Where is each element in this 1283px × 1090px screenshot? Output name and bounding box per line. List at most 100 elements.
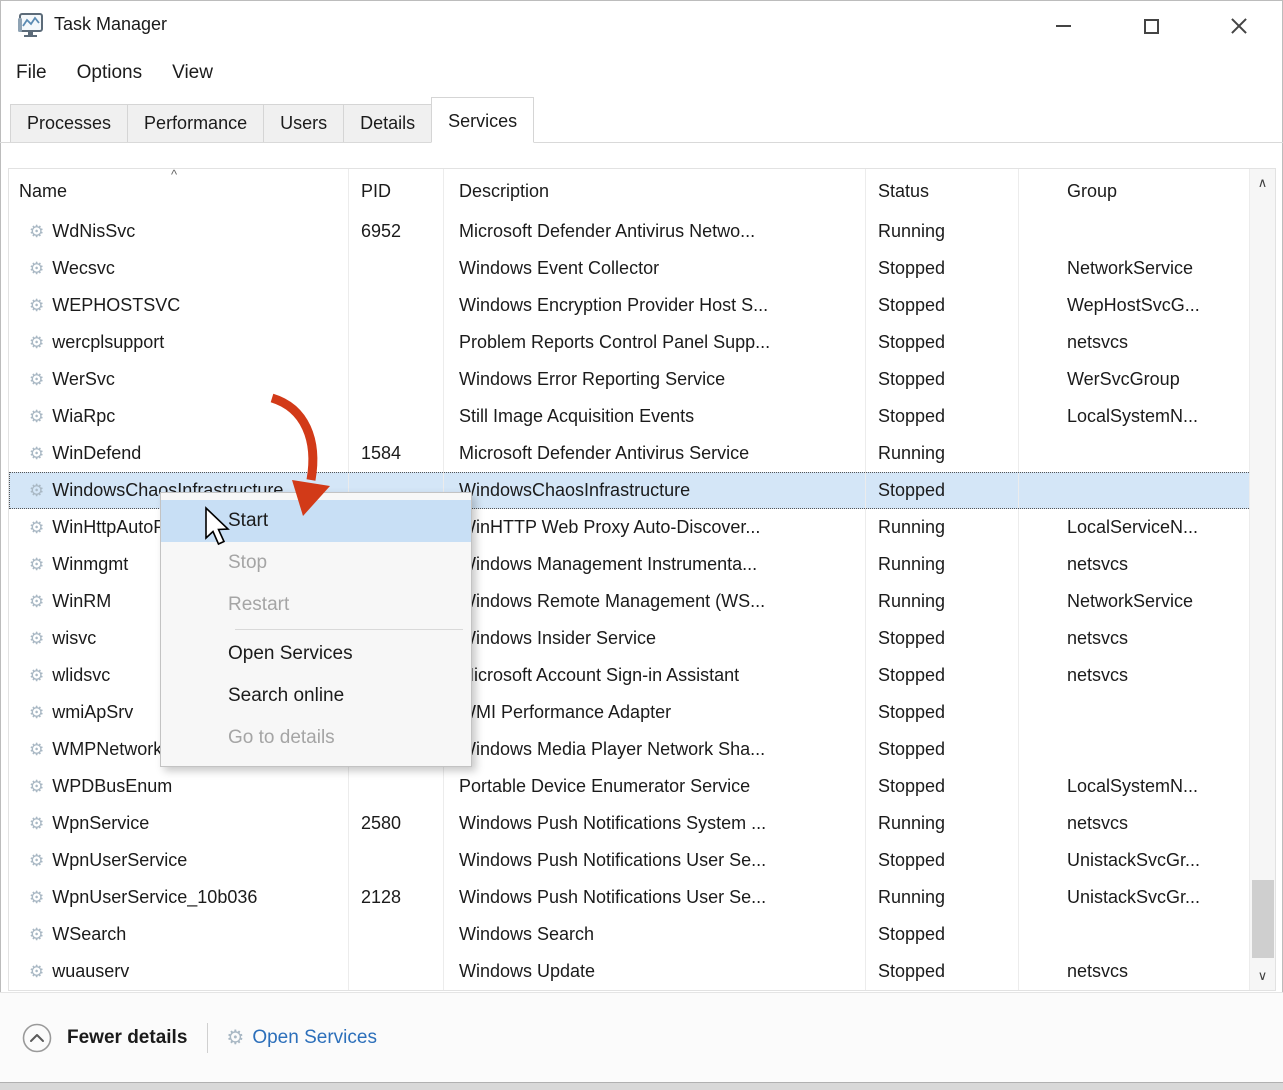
sort-ascending-icon: ^ [171, 167, 177, 182]
service-status: Running [866, 879, 1019, 916]
service-gear-icon: ⚙ [29, 925, 44, 945]
close-icon [1230, 17, 1248, 35]
table-row[interactable]: ⚙WiaRpcStill Image Acquisition EventsSto… [9, 398, 1275, 435]
menu-view[interactable]: View [172, 62, 213, 84]
service-description: Windows Encryption Provider Host S... [444, 287, 866, 324]
column-header-label: Group [1067, 181, 1117, 202]
table-row[interactable]: ⚙WpnUserService_10b0362128Windows Push N… [9, 879, 1275, 916]
service-name-cell: ⚙WinDefend [9, 435, 349, 472]
service-gear-icon: ⚙ [29, 666, 44, 686]
tab-details[interactable]: Details [343, 104, 432, 142]
table-row[interactable]: ⚙WpnService2580Windows Push Notification… [9, 805, 1275, 842]
menu-options[interactable]: Options [77, 62, 142, 84]
service-gear-icon: ⚙ [29, 222, 44, 242]
menu-file[interactable]: File [16, 62, 47, 84]
context-menu-item-search-online[interactable]: Search online [161, 675, 471, 717]
scroll-up-icon[interactable]: ∧ [1250, 169, 1275, 197]
column-header-label: Description [459, 181, 549, 202]
table-row[interactable]: ⚙wercplsupportProblem Reports Control Pa… [9, 324, 1275, 361]
vertical-scrollbar[interactable]: ∧ ∨ [1249, 169, 1275, 990]
column-header-status[interactable]: Status [866, 169, 1019, 213]
service-description: WMI Performance Adapter [444, 694, 866, 731]
service-name-cell: ⚙WerSvc [9, 361, 349, 398]
column-header-group[interactable]: Group [1019, 169, 1251, 213]
service-description: Windows Media Player Network Sha... [444, 731, 866, 768]
service-status: Running [866, 805, 1019, 842]
service-pid [349, 361, 444, 398]
column-header-name[interactable]: Name^ [9, 169, 349, 213]
service-name-cell: ⚙WdNisSvc [9, 213, 349, 250]
maximize-button[interactable] [1126, 0, 1176, 52]
service-group [1019, 694, 1251, 731]
table-row[interactable]: ⚙WinDefend1584Microsoft Defender Antivir… [9, 435, 1275, 472]
open-services-link[interactable]: Open Services [252, 1027, 377, 1049]
service-name: Winmgmt [52, 554, 128, 575]
tab-processes[interactable]: Processes [10, 104, 128, 142]
service-pid [349, 287, 444, 324]
column-header-label: PID [361, 181, 391, 202]
service-status: Stopped [866, 250, 1019, 287]
service-status: Running [866, 546, 1019, 583]
service-pid: 6952 [349, 213, 444, 250]
service-group: netsvcs [1019, 324, 1251, 361]
column-header-label: Status [878, 181, 929, 202]
close-button[interactable] [1214, 0, 1264, 52]
service-status: Stopped [866, 287, 1019, 324]
service-gear-icon: ⚙ [29, 814, 44, 834]
service-group: netsvcs [1019, 657, 1251, 694]
service-group: netsvcs [1019, 620, 1251, 657]
service-group [1019, 435, 1251, 472]
tab-performance[interactable]: Performance [127, 104, 264, 142]
service-status: Stopped [866, 361, 1019, 398]
service-gear-icon: ⚙ [29, 629, 44, 649]
table-row[interactable]: ⚙WEPHOSTSVCWindows Encryption Provider H… [9, 287, 1275, 324]
table-header-row: Name^ PID Description Status Group [9, 169, 1275, 213]
tab-services[interactable]: Services [431, 97, 534, 143]
service-gear-icon: ⚙ [29, 740, 44, 760]
service-name: WpnUserService [52, 850, 187, 871]
service-status: Stopped [866, 324, 1019, 361]
service-name: WerSvc [52, 369, 115, 390]
service-gear-icon: ⚙ [29, 888, 44, 908]
service-description: Windows Push Notifications User Se... [444, 842, 866, 879]
service-name: WEPHOSTSVC [52, 295, 180, 316]
service-name: WpnUserService_10b036 [52, 887, 257, 908]
context-menu-item-open-services[interactable]: Open Services [161, 633, 471, 675]
service-gear-icon: ⚙ [29, 259, 44, 279]
table-row[interactable]: ⚙WpnUserServiceWindows Push Notification… [9, 842, 1275, 879]
context-menu-item-stop: Stop [161, 542, 471, 584]
service-description: Windows Push Notifications User Se... [444, 879, 866, 916]
maximize-icon [1144, 19, 1159, 34]
scroll-down-icon[interactable]: ∨ [1250, 962, 1275, 990]
service-name: WpnService [52, 813, 149, 834]
minimize-button[interactable] [1038, 0, 1088, 52]
service-group: netsvcs [1019, 546, 1251, 583]
column-header-description[interactable]: Description [444, 169, 866, 213]
service-group: WepHostSvcG... [1019, 287, 1251, 324]
scrollbar-thumb[interactable] [1252, 880, 1274, 958]
context-menu-item-start[interactable]: Start [161, 500, 471, 542]
service-gear-icon: ⚙ [29, 592, 44, 612]
service-pid [349, 324, 444, 361]
service-name: WPDBusEnum [52, 776, 172, 797]
table-row[interactable]: ⚙WSearchWindows SearchStopped [9, 916, 1275, 953]
service-name-cell: ⚙WSearch [9, 916, 349, 953]
table-row[interactable]: ⚙WerSvcWindows Error Reporting ServiceSt… [9, 361, 1275, 398]
service-name: WinRM [52, 591, 111, 612]
service-group: netsvcs [1019, 805, 1251, 842]
fewer-details-button[interactable]: Fewer details [67, 1027, 187, 1049]
service-name-cell: ⚙wercplsupport [9, 324, 349, 361]
service-gear-icon: ⚙ [29, 518, 44, 538]
service-status: Stopped [866, 694, 1019, 731]
table-row[interactable]: ⚙wuauservWindows UpdateStoppednetsvcs [9, 953, 1275, 990]
service-name: Wecsvc [52, 258, 115, 279]
service-pid [349, 768, 444, 805]
service-status: Running [866, 509, 1019, 546]
service-status: Stopped [866, 842, 1019, 879]
tab-strip: ProcessesPerformanceUsersDetailsServices [0, 96, 1283, 143]
column-header-pid[interactable]: PID [349, 169, 444, 213]
table-row[interactable]: ⚙WecsvcWindows Event CollectorStoppedNet… [9, 250, 1275, 287]
table-row[interactable]: ⚙WdNisSvc6952Microsoft Defender Antiviru… [9, 213, 1275, 250]
tab-users[interactable]: Users [263, 104, 344, 142]
table-row[interactable]: ⚙WPDBusEnumPortable Device Enumerator Se… [9, 768, 1275, 805]
